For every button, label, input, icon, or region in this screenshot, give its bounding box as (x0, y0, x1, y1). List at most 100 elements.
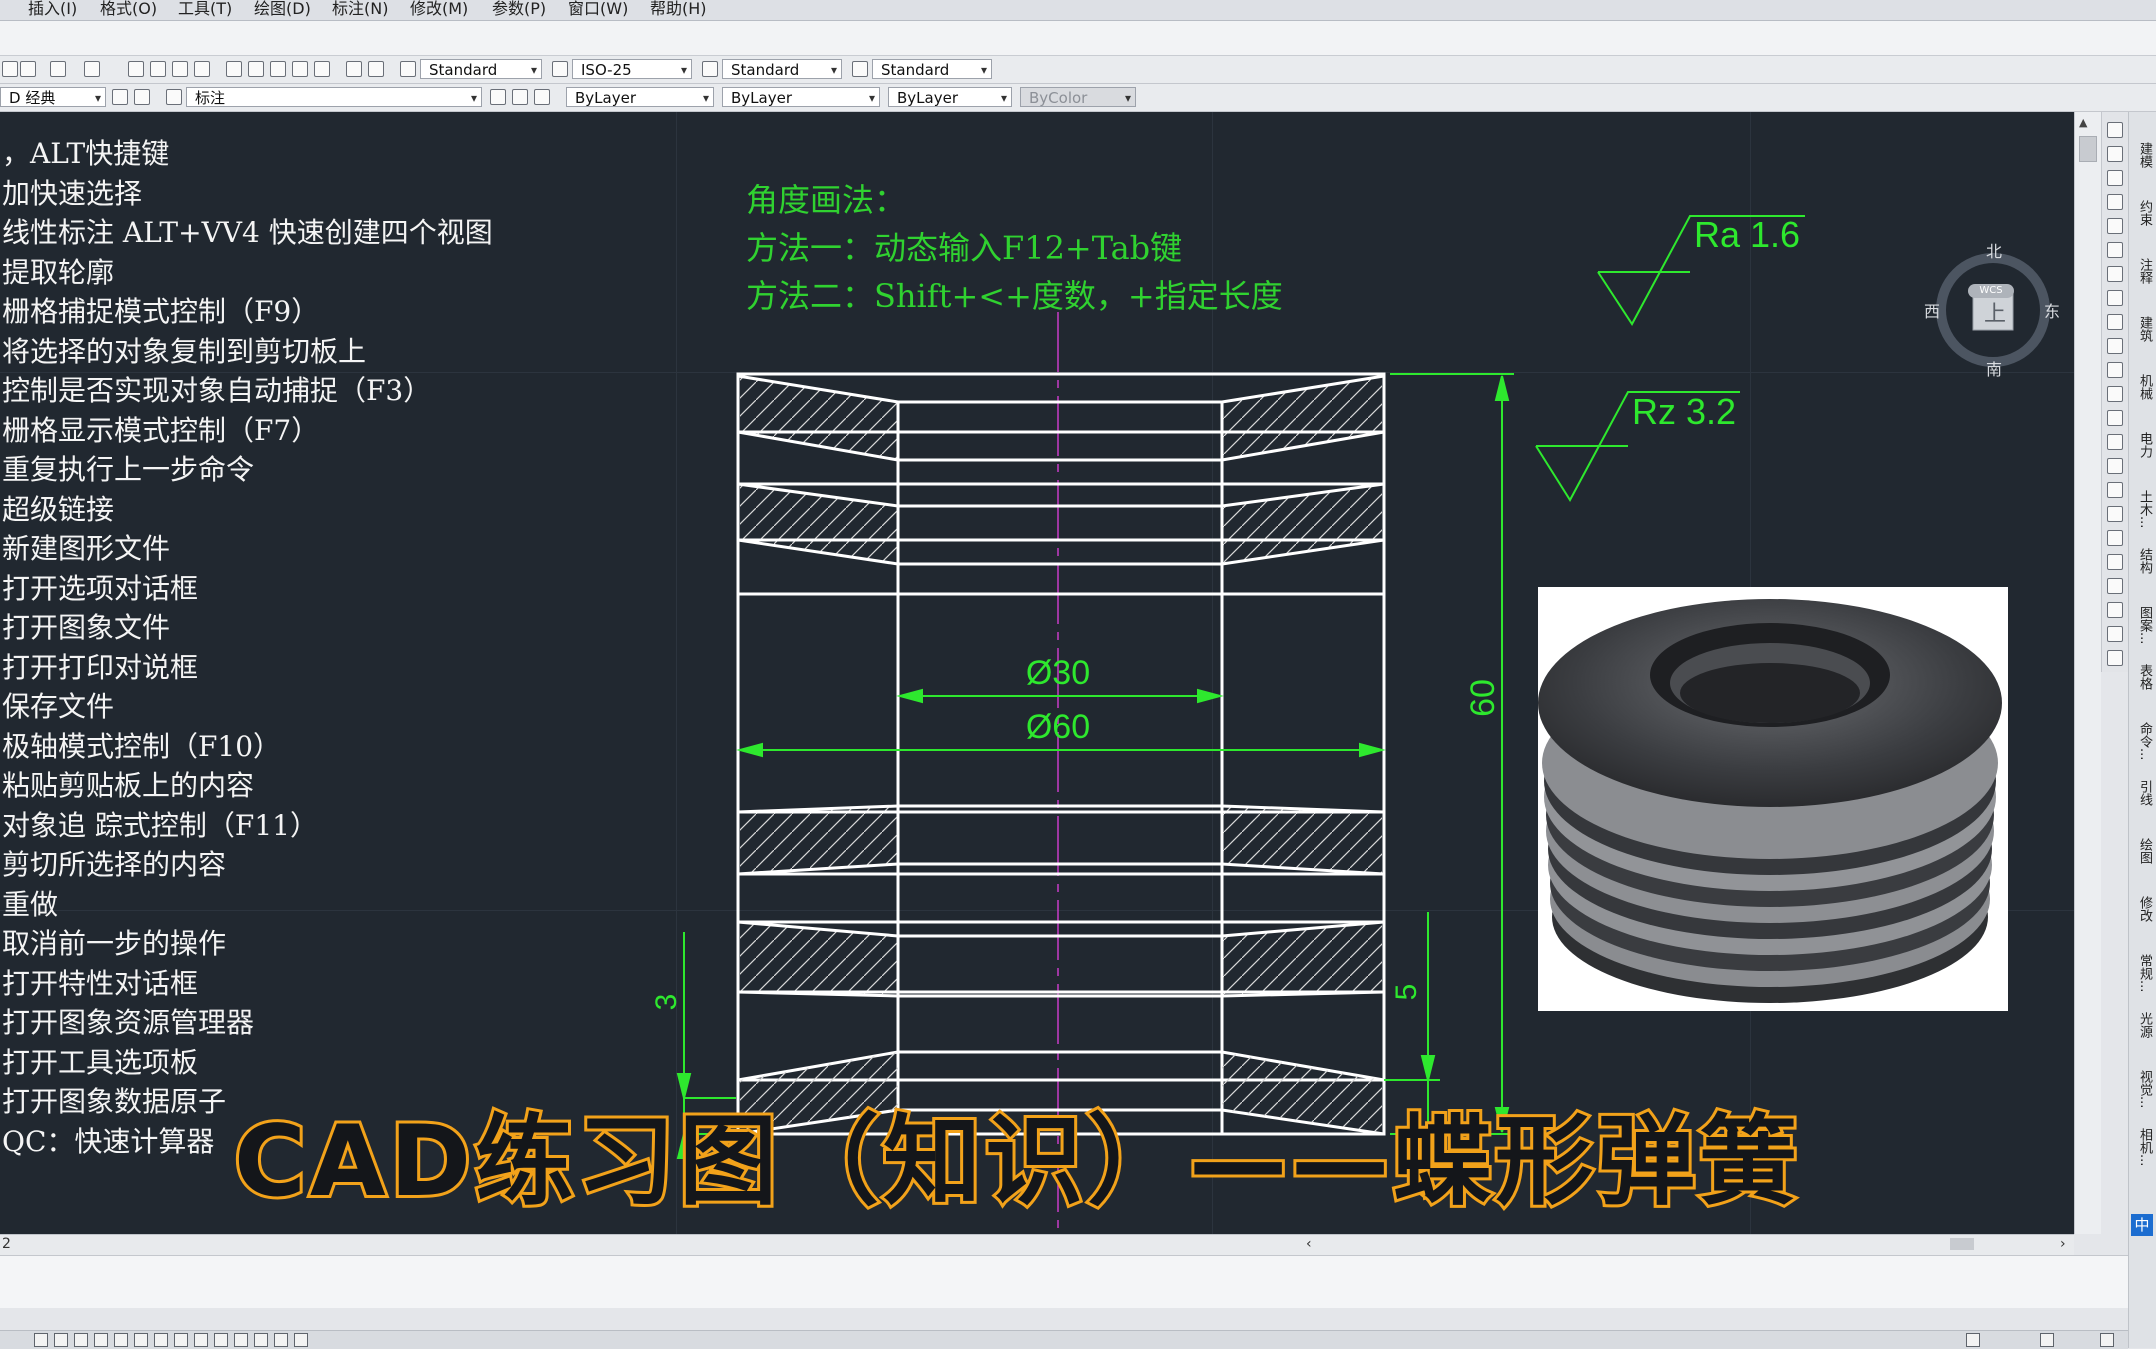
compass-west[interactable]: 西 (1924, 298, 1940, 322)
drawing-canvas[interactable]: ，ALT快捷键 加快速选择 线性标注 ALT+VV4 快速创建四个视图 提取轮廓 栅格捕… (0, 112, 2074, 1234)
polyline-icon[interactable] (2107, 170, 2123, 186)
zoom-window-icon[interactable] (172, 61, 188, 77)
selection-cycling-icon[interactable] (274, 1333, 288, 1347)
model-space-icon[interactable] (1966, 1333, 1980, 1347)
color-select[interactable]: ByLayer (566, 87, 714, 108)
array-icon[interactable] (2107, 578, 2123, 594)
calculator-icon[interactable] (346, 61, 362, 77)
workspace-select[interactable]: D 经典 (0, 87, 106, 108)
offset-icon[interactable] (2107, 602, 2123, 618)
table-style-select[interactable]: Standard (722, 59, 842, 80)
palette-tab[interactable]: 土木... (2132, 490, 2154, 528)
snap-mode-icon[interactable] (34, 1333, 48, 1347)
mirror-icon[interactable] (2107, 626, 2123, 642)
layer-state-icon[interactable] (166, 89, 182, 105)
3d-object-snap-icon[interactable] (134, 1333, 148, 1347)
dynamic-ucs-icon[interactable] (174, 1333, 188, 1347)
construction-line-icon[interactable] (2107, 146, 2123, 162)
workspace-switch-icon[interactable] (2100, 1333, 2114, 1347)
make-current-layer-icon[interactable] (490, 89, 506, 105)
compass-east[interactable]: 东 (2044, 298, 2060, 322)
annotation-scale-icon[interactable] (2040, 1333, 2054, 1347)
revision-cloud-icon[interactable] (2107, 290, 2123, 306)
menu-modify[interactable]: 修改(M) (410, 0, 468, 18)
rectangle-icon[interactable] (2107, 218, 2123, 234)
palette-tab[interactable]: 绘图 (2132, 838, 2154, 864)
palette-tab[interactable]: 命令... (2132, 722, 2154, 760)
insert-block-icon[interactable] (2107, 362, 2123, 378)
plot-icon[interactable] (2, 61, 18, 77)
linetype-select[interactable]: ByLayer (722, 87, 880, 108)
menu-format[interactable]: 格式(O) (100, 0, 157, 18)
multileader-style-select[interactable]: Standard (872, 59, 992, 80)
palette-tab[interactable]: 机械 (2132, 374, 2154, 400)
palette-tab[interactable]: 图案... (2132, 606, 2154, 644)
wcs-menu[interactable]: WCS (1968, 284, 2014, 298)
polygon-icon[interactable] (2107, 194, 2123, 210)
mtext-icon[interactable] (2107, 530, 2123, 546)
palette-tab[interactable]: 注释 (2132, 258, 2154, 284)
pan-icon[interactable] (128, 61, 144, 77)
table-icon[interactable] (2107, 506, 2123, 522)
lineweight-select[interactable]: ByLayer (888, 87, 1012, 108)
palette-tab[interactable]: 电力 (2132, 432, 2154, 458)
hatch-icon[interactable] (2107, 434, 2123, 450)
palette-tab[interactable]: 光源 (2132, 1012, 2154, 1038)
grid-mode-icon[interactable] (54, 1333, 68, 1347)
scroll-left-arrow-icon[interactable]: ‹ (1306, 1236, 1312, 1252)
properties-icon[interactable] (226, 61, 242, 77)
arc-icon[interactable] (2107, 242, 2123, 258)
layer-manager-icon[interactable] (134, 89, 150, 105)
palette-tab[interactable]: 建模 (2132, 142, 2154, 168)
ime-language[interactable]: 中 (2131, 1214, 2153, 1236)
compass-south[interactable]: 南 (1986, 356, 2002, 380)
dim-style-select[interactable]: ISO-25 (572, 59, 692, 80)
line-tool-icon[interactable] (2107, 122, 2123, 138)
tool-palette-icon[interactable] (270, 61, 286, 77)
circle-icon[interactable] (2107, 266, 2123, 282)
command-line[interactable] (0, 1255, 2128, 1308)
palette-tab[interactable]: 视觉... (2132, 1070, 2154, 1108)
scroll-thumb[interactable] (2079, 136, 2097, 162)
dynamic-input-icon[interactable] (194, 1333, 208, 1347)
palette-tab[interactable]: 结构 (2132, 548, 2154, 574)
annotation-monitor-icon[interactable] (294, 1333, 308, 1347)
object-snap-icon[interactable] (114, 1333, 128, 1347)
text-style-select[interactable]: Standard (420, 59, 542, 80)
palette-tab[interactable]: 表格 (2132, 664, 2154, 690)
quick-properties-icon[interactable] (254, 1333, 268, 1347)
layer-match-icon[interactable] (534, 89, 550, 105)
help-icon[interactable] (368, 61, 384, 77)
menu-parameter[interactable]: 参数(P) (492, 0, 546, 18)
menu-insert[interactable]: 插入(I) (28, 0, 77, 18)
ellipse-icon[interactable] (2107, 338, 2123, 354)
vertical-scrollbar[interactable]: ▲ (2074, 112, 2101, 1234)
undo-icon[interactable] (50, 61, 66, 77)
palette-tab[interactable]: 约束 (2132, 200, 2154, 226)
viewcube[interactable]: 北 南 东 西 上 (1924, 240, 2060, 379)
layer-select[interactable]: 标注 (186, 87, 482, 108)
menu-tools[interactable]: 工具(T) (178, 0, 232, 18)
markup-icon[interactable] (314, 61, 330, 77)
lineweight-toggle-icon[interactable] (214, 1333, 228, 1347)
menu-window[interactable]: 窗口(W) (568, 0, 628, 18)
gradient-icon[interactable] (2107, 458, 2123, 474)
palette-tab[interactable]: 常规... (2132, 954, 2154, 992)
palette-tab[interactable]: 建筑 (2132, 316, 2154, 342)
point-icon[interactable] (2107, 410, 2123, 426)
palette-tab[interactable]: 引线 (2132, 780, 2154, 806)
zoom-previous-icon[interactable] (194, 61, 210, 77)
horizontal-scrollbar[interactable]: 2 ‹ › (0, 1234, 2074, 1255)
hscroll-thumb[interactable] (1950, 1238, 1974, 1250)
preview-icon[interactable] (20, 61, 36, 77)
copy-icon[interactable] (2107, 650, 2123, 666)
layer-previous-icon[interactable] (512, 89, 528, 105)
palette-tab[interactable]: 修改 (2132, 896, 2154, 922)
make-block-icon[interactable] (2107, 386, 2123, 402)
scroll-right-arrow-icon[interactable]: › (2060, 1236, 2066, 1252)
viewcube-top-face[interactable]: 上 (1984, 296, 2006, 328)
region-icon[interactable] (2107, 482, 2123, 498)
transparency-toggle-icon[interactable] (234, 1333, 248, 1347)
sheet-set-icon[interactable] (292, 61, 308, 77)
design-center-icon[interactable] (248, 61, 264, 77)
